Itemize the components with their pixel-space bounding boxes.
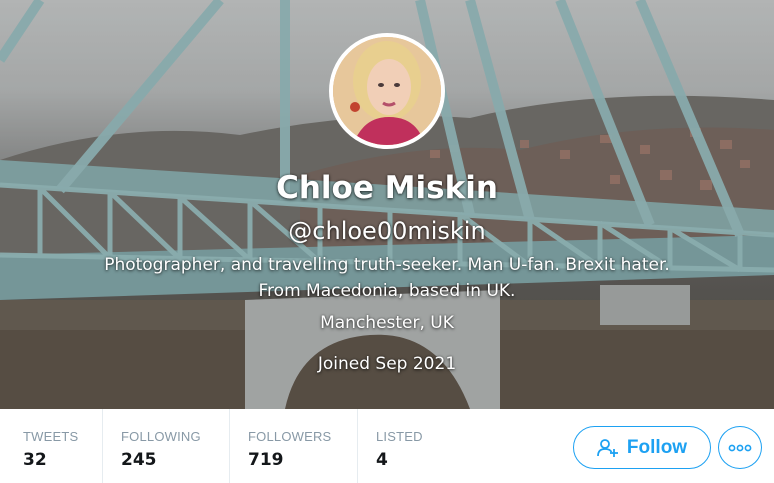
stat-label: TWEETS xyxy=(23,429,79,444)
handle[interactable]: @chloe00miskin xyxy=(0,217,774,245)
stat-label: LISTED xyxy=(376,429,423,444)
profile-banner: Chloe Miskin @chloe00miskin Photographer… xyxy=(0,0,774,409)
stat-value: 32 xyxy=(23,450,47,470)
more-horizontal-icon xyxy=(728,444,752,451)
stat-followers[interactable]: FOLLOWERS 719 xyxy=(248,409,331,483)
display-name: Chloe Miskin xyxy=(276,170,498,206)
avatar-photo xyxy=(333,37,441,145)
divider xyxy=(229,409,230,483)
bio-line: Photographer, and travelling truth-seeke… xyxy=(104,255,670,275)
joined-date: Joined Sep 2021 xyxy=(317,354,457,374)
more-options-button[interactable] xyxy=(718,426,762,469)
stat-value: 719 xyxy=(248,450,284,470)
location: Manchester, UK xyxy=(320,313,454,333)
stat-tweets[interactable]: TWEETS 32 xyxy=(23,409,78,483)
stat-value: 245 xyxy=(121,450,157,470)
stat-following[interactable]: FOLLOWING 245 xyxy=(121,409,201,483)
stat-value: 4 xyxy=(376,450,388,470)
divider xyxy=(102,409,103,483)
follow-label: Follow xyxy=(626,436,688,458)
bio-line: From Macedonia, based in UK. xyxy=(258,281,516,301)
stat-label: FOLLOWING xyxy=(121,429,201,444)
stat-label: FOLLOWERS xyxy=(248,429,332,444)
follow-button[interactable]: Follow xyxy=(573,426,711,469)
divider xyxy=(357,409,358,483)
avatar[interactable] xyxy=(329,33,445,149)
stat-listed[interactable]: LISTED 4 xyxy=(376,409,423,483)
add-user-icon xyxy=(597,438,618,457)
bio: Photographer, and travelling truth-seeke… xyxy=(60,252,714,304)
